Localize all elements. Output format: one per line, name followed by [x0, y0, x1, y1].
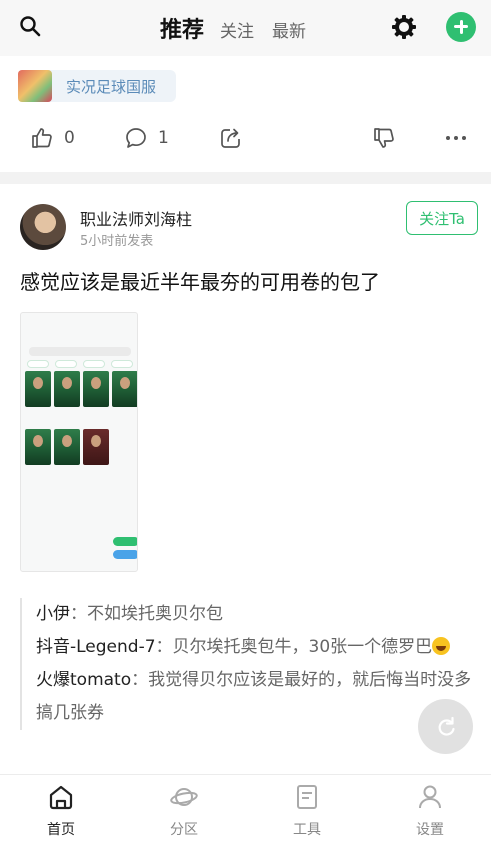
- post-card-previous: 实况足球国服 0 1: [0, 56, 491, 172]
- player-card-thumb: [54, 371, 80, 407]
- user-icon: [419, 785, 441, 809]
- comment-item: 火爆tomato：我觉得贝尔应该是最好的，就后悔当时没多搞几张券: [36, 670, 472, 723]
- follow-button[interactable]: 关注Ta: [406, 201, 478, 235]
- comment-preview[interactable]: 小伊：不如埃托奥贝尔包 抖音-Legend-7：贝尔埃托奥包牛，30张一个德罗巴…: [20, 598, 472, 730]
- refresh-float-button[interactable]: [418, 699, 473, 754]
- image-filter-chip: [111, 360, 133, 368]
- image-filter-chip: [83, 360, 105, 368]
- post-card: 职业法师刘海柱 5小时前发表 关注Ta 感觉应该是最近半年最夯的可用卷的包了 小…: [0, 184, 491, 774]
- nav-label: 分区: [170, 822, 198, 838]
- comment-button[interactable]: 1: [124, 126, 169, 150]
- thumbs-up-icon: [32, 128, 52, 148]
- nav-zones[interactable]: 分区: [144, 783, 224, 839]
- post-image[interactable]: [20, 312, 138, 572]
- comment-user: 抖音-Legend-7: [36, 637, 156, 657]
- topic-thumbnail: [18, 70, 52, 102]
- comment-user: 小伊: [36, 604, 70, 624]
- add-icon[interactable]: [446, 12, 476, 42]
- nav-settings[interactable]: 设置: [390, 783, 470, 839]
- image-filter-row: [27, 360, 133, 368]
- share-button[interactable]: [219, 126, 243, 150]
- search-icon[interactable]: [18, 14, 42, 38]
- dislike-button[interactable]: [372, 126, 396, 150]
- topic-tag-label: 实况足球国服: [66, 77, 157, 96]
- post-actions: 0 1: [0, 120, 491, 160]
- image-blue-button: [113, 550, 137, 559]
- player-card-thumb: [54, 429, 80, 465]
- nav-label: 设置: [416, 822, 444, 838]
- gear-icon[interactable]: [390, 13, 418, 41]
- comment-count: 1: [158, 128, 169, 148]
- document-icon: [297, 785, 317, 809]
- image-filter-chip: [55, 360, 77, 368]
- laugh-emoji-icon: [432, 637, 451, 655]
- planet-icon: [170, 788, 198, 806]
- post-time: 5小时前发表: [80, 234, 154, 249]
- topic-tag[interactable]: 实况足球国服: [18, 70, 176, 102]
- author-name[interactable]: 职业法师刘海柱: [80, 206, 192, 230]
- comment-item: 抖音-Legend-7：贝尔埃托奥包牛，30张一个德罗巴: [36, 631, 472, 664]
- player-card-thumb: [25, 371, 51, 407]
- image-search-bar: [29, 347, 131, 356]
- more-options-icon[interactable]: [444, 126, 468, 150]
- comment-text: 不如埃托奥贝尔包: [87, 604, 223, 624]
- image-green-button: [113, 537, 137, 546]
- nav-tools[interactable]: 工具: [267, 783, 347, 839]
- thumbs-down-icon: [374, 128, 394, 148]
- comment-text: 贝尔埃托奥包牛，30张一个德罗巴: [172, 637, 433, 657]
- feed-tabs: 推荐 关注 最新: [160, 12, 324, 44]
- player-card-thumb: [83, 371, 109, 407]
- nav-home[interactable]: 首页: [21, 783, 101, 839]
- tab-recommend[interactable]: 推荐: [160, 12, 204, 44]
- share-icon: [221, 128, 240, 148]
- tab-follow[interactable]: 关注: [220, 17, 254, 42]
- image-player-grid: [25, 371, 137, 465]
- image-nav-bar: [21, 329, 137, 343]
- top-header: 推荐 关注 最新: [0, 0, 491, 56]
- nav-label: 工具: [293, 822, 321, 838]
- comment-user: 火爆tomato: [36, 670, 132, 690]
- tab-latest[interactable]: 最新: [272, 17, 306, 42]
- like-count: 0: [64, 128, 75, 148]
- comment-item: 小伊：不如埃托奥贝尔包: [36, 604, 223, 624]
- post-title[interactable]: 感觉应该是最近半年最夯的可用卷的包了: [20, 266, 380, 295]
- nav-label: 首页: [47, 822, 75, 838]
- player-card-thumb: [25, 429, 51, 465]
- author-avatar[interactable]: [20, 204, 66, 250]
- player-card-thumb: [112, 371, 137, 407]
- comment-icon: [126, 128, 146, 148]
- like-button[interactable]: 0: [30, 126, 75, 150]
- image-filter-chip: [27, 360, 49, 368]
- refresh-icon: [438, 716, 455, 736]
- home-icon: [49, 785, 73, 810]
- bottom-navigation: 首页 分区 工具 设置: [0, 774, 491, 842]
- player-card-thumb: [83, 429, 109, 465]
